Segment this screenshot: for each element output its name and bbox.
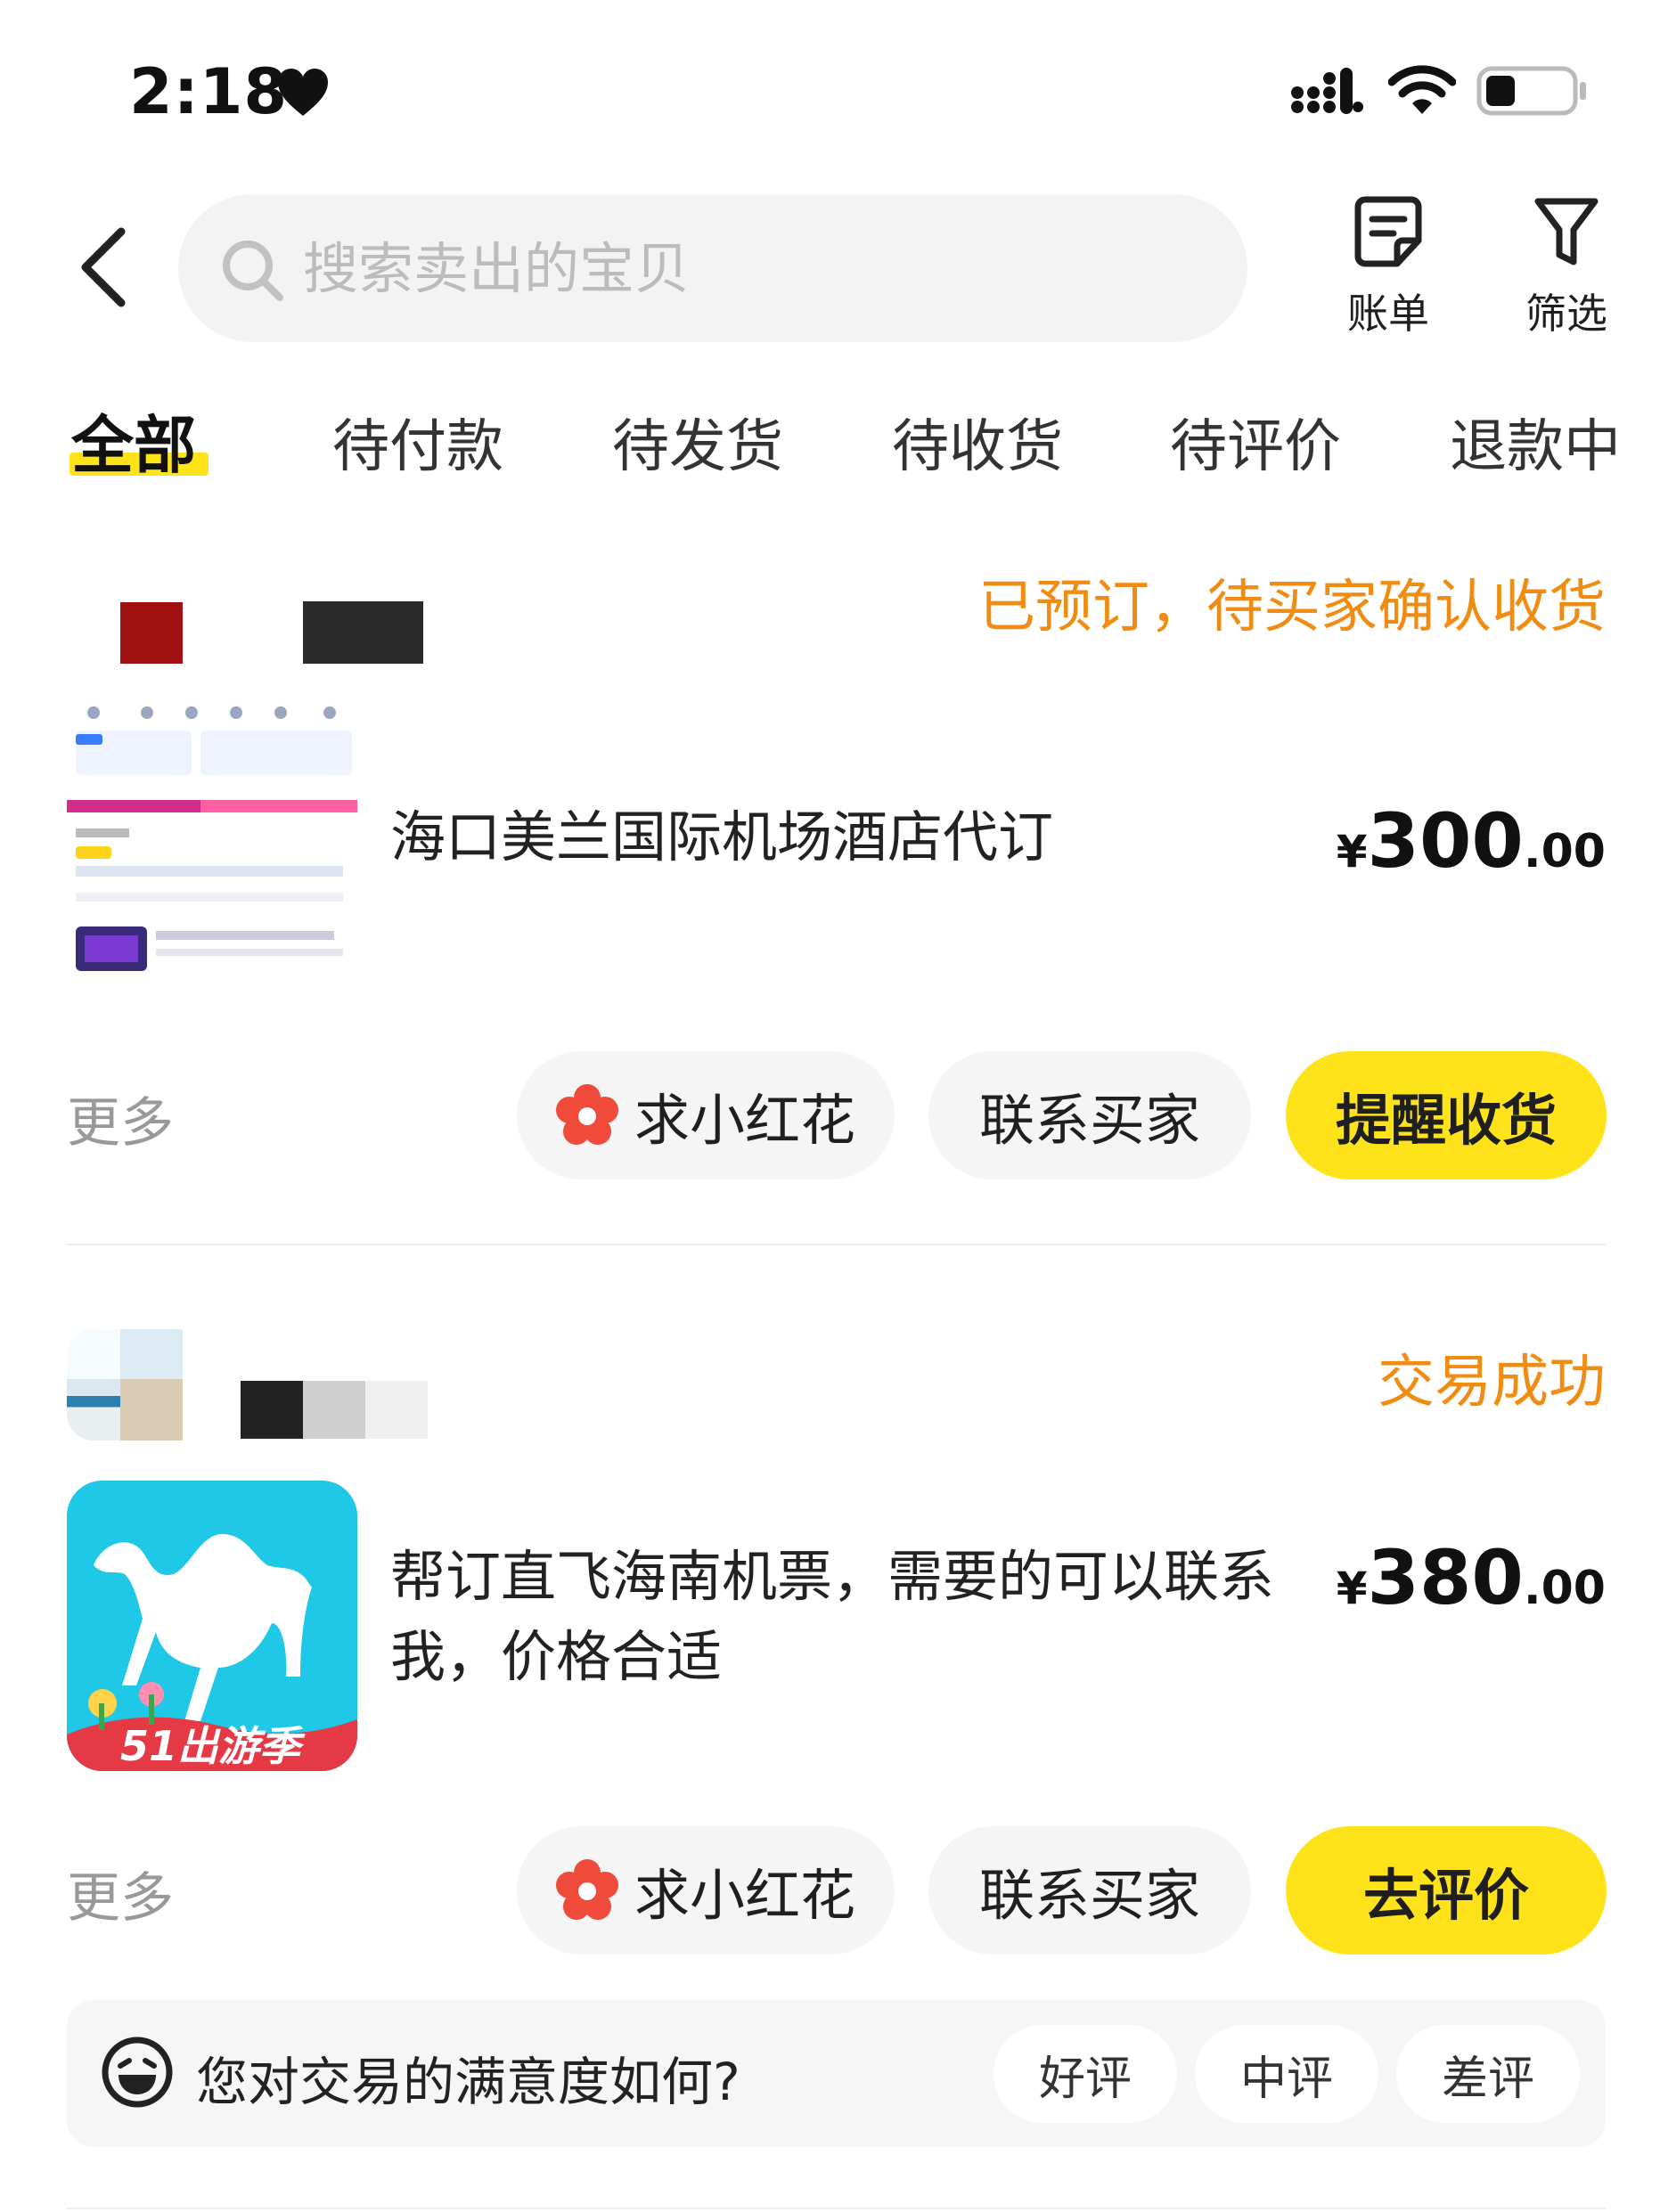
order-status: 已预订，待买家确认收货 <box>978 575 1606 641</box>
avatar-mosaic <box>120 1329 183 1441</box>
product-title-line: 帮订直飞海南机票，需要的可以联系 <box>390 1544 1275 1609</box>
bill-label: 账单 <box>1347 290 1429 338</box>
filter-icon <box>1534 198 1599 265</box>
product-thumbnail[interactable] <box>67 695 357 985</box>
price-decimal: .00 <box>1523 825 1606 878</box>
buyer-name-mosaic <box>303 1381 365 1439</box>
smiley-face-icon <box>102 2037 173 2108</box>
thumb-badge: 51出游季 <box>120 1722 301 1770</box>
product-title[interactable]: 海口美兰国际机场酒店代订 <box>390 797 1053 877</box>
rate-good-button[interactable]: 好评 <box>994 2025 1177 2123</box>
tab-all-label: 全部 <box>71 409 196 482</box>
more-button[interactable]: 更多 <box>67 1855 174 1932</box>
order-card: 交易成功 51出游季 帮订直飞海南机票，需要的可以联系 我，价格合适 ¥380.… <box>0 1327 1660 2004</box>
tab-refunding[interactable]: 退款中 <box>1450 401 1621 483</box>
product-title-line: 我，价格合适 <box>390 1624 723 1689</box>
ask-flower-button[interactable]: 求小红花 <box>517 1826 895 1955</box>
product-title[interactable]: 帮订直飞海南机票，需要的可以联系 我，价格合适 <box>390 1537 1290 1697</box>
contact-buyer-button[interactable]: 联系买家 <box>928 1826 1251 1955</box>
header: 账单 筛选 <box>0 178 1660 374</box>
write-review-button[interactable]: 去评价 <box>1286 1826 1607 1955</box>
search-box[interactable] <box>178 194 1247 342</box>
order-divider <box>67 1244 1606 1245</box>
tab-pending-receipt[interactable]: 待收货 <box>892 401 1063 483</box>
battery-icon <box>1476 66 1586 116</box>
more-button[interactable]: 更多 <box>67 1080 174 1157</box>
tab-pending-review[interactable]: 待评价 <box>1170 401 1341 483</box>
product-price: ¥300.00 <box>1337 797 1606 885</box>
search-input[interactable] <box>303 194 1212 342</box>
filter-button[interactable]: 筛选 <box>1509 194 1624 355</box>
bill-button[interactable]: 账单 <box>1330 194 1446 355</box>
contact-buyer-button[interactable]: 联系买家 <box>928 1051 1251 1179</box>
product-price: ¥380.00 <box>1337 1534 1606 1621</box>
tab-pending-payment[interactable]: 待付款 <box>332 401 503 483</box>
buyer-info[interactable] <box>67 552 459 677</box>
buyer-name-mosaic <box>241 1381 303 1439</box>
list-bottom-divider <box>67 2208 1606 2209</box>
price-currency: ¥ <box>1336 826 1368 877</box>
satisfaction-survey: 您对交易的满意度如何? 好评 中评 差评 <box>67 2000 1606 2147</box>
price-decimal: .00 <box>1523 1562 1606 1615</box>
wifi-icon <box>1388 65 1456 114</box>
ask-flower-label: 求小红花 <box>634 1088 855 1153</box>
ask-flower-button[interactable]: 求小红花 <box>517 1051 895 1179</box>
tab-pending-shipment[interactable]: 待发货 <box>612 401 783 483</box>
red-flower-icon <box>555 1859 618 1920</box>
order-card: 已预订，待买家确认收货 海口美兰国际机场酒店代订 ¥300.00 更多 求小红花… <box>0 552 1660 1247</box>
buyer-name-mosaic <box>303 601 423 664</box>
signal-icon <box>1291 68 1363 114</box>
rate-bad-button[interactable]: 差评 <box>1396 2025 1580 2123</box>
avatar <box>67 1329 120 1441</box>
product-thumbnail[interactable]: 51出游季 <box>67 1481 357 1771</box>
order-status: 交易成功 <box>1378 1350 1606 1416</box>
red-flower-icon <box>555 1084 618 1145</box>
ask-flower-label: 求小红花 <box>634 1863 855 1928</box>
back-arrow-icon[interactable] <box>71 223 134 312</box>
bill-icon <box>1354 196 1422 267</box>
tab-all[interactable]: 全部 <box>70 396 209 486</box>
buyer-name-mosaic <box>365 1381 428 1439</box>
price-integer: 380 <box>1367 1534 1524 1621</box>
satisfaction-question: 您对交易的满意度如何? <box>196 2052 740 2112</box>
price-integer: 300 <box>1367 797 1524 885</box>
buyer-info[interactable] <box>67 1327 459 1452</box>
order-tabs: 全部 待付款 待发货 待收货 待评价 退款中 <box>0 374 1660 508</box>
filter-label: 筛选 <box>1525 290 1607 338</box>
remind-receipt-button[interactable]: 提醒收货 <box>1286 1051 1607 1179</box>
search-icon <box>223 241 283 301</box>
rate-neutral-button[interactable]: 中评 <box>1195 2025 1378 2123</box>
price-currency: ¥ <box>1336 1563 1368 1614</box>
status-bar: 2:18 <box>0 0 1660 178</box>
status-time: 2:18 <box>129 55 289 128</box>
heart-icon <box>278 69 328 116</box>
hotel-screenshot-image <box>67 695 357 985</box>
avatar <box>120 552 183 664</box>
